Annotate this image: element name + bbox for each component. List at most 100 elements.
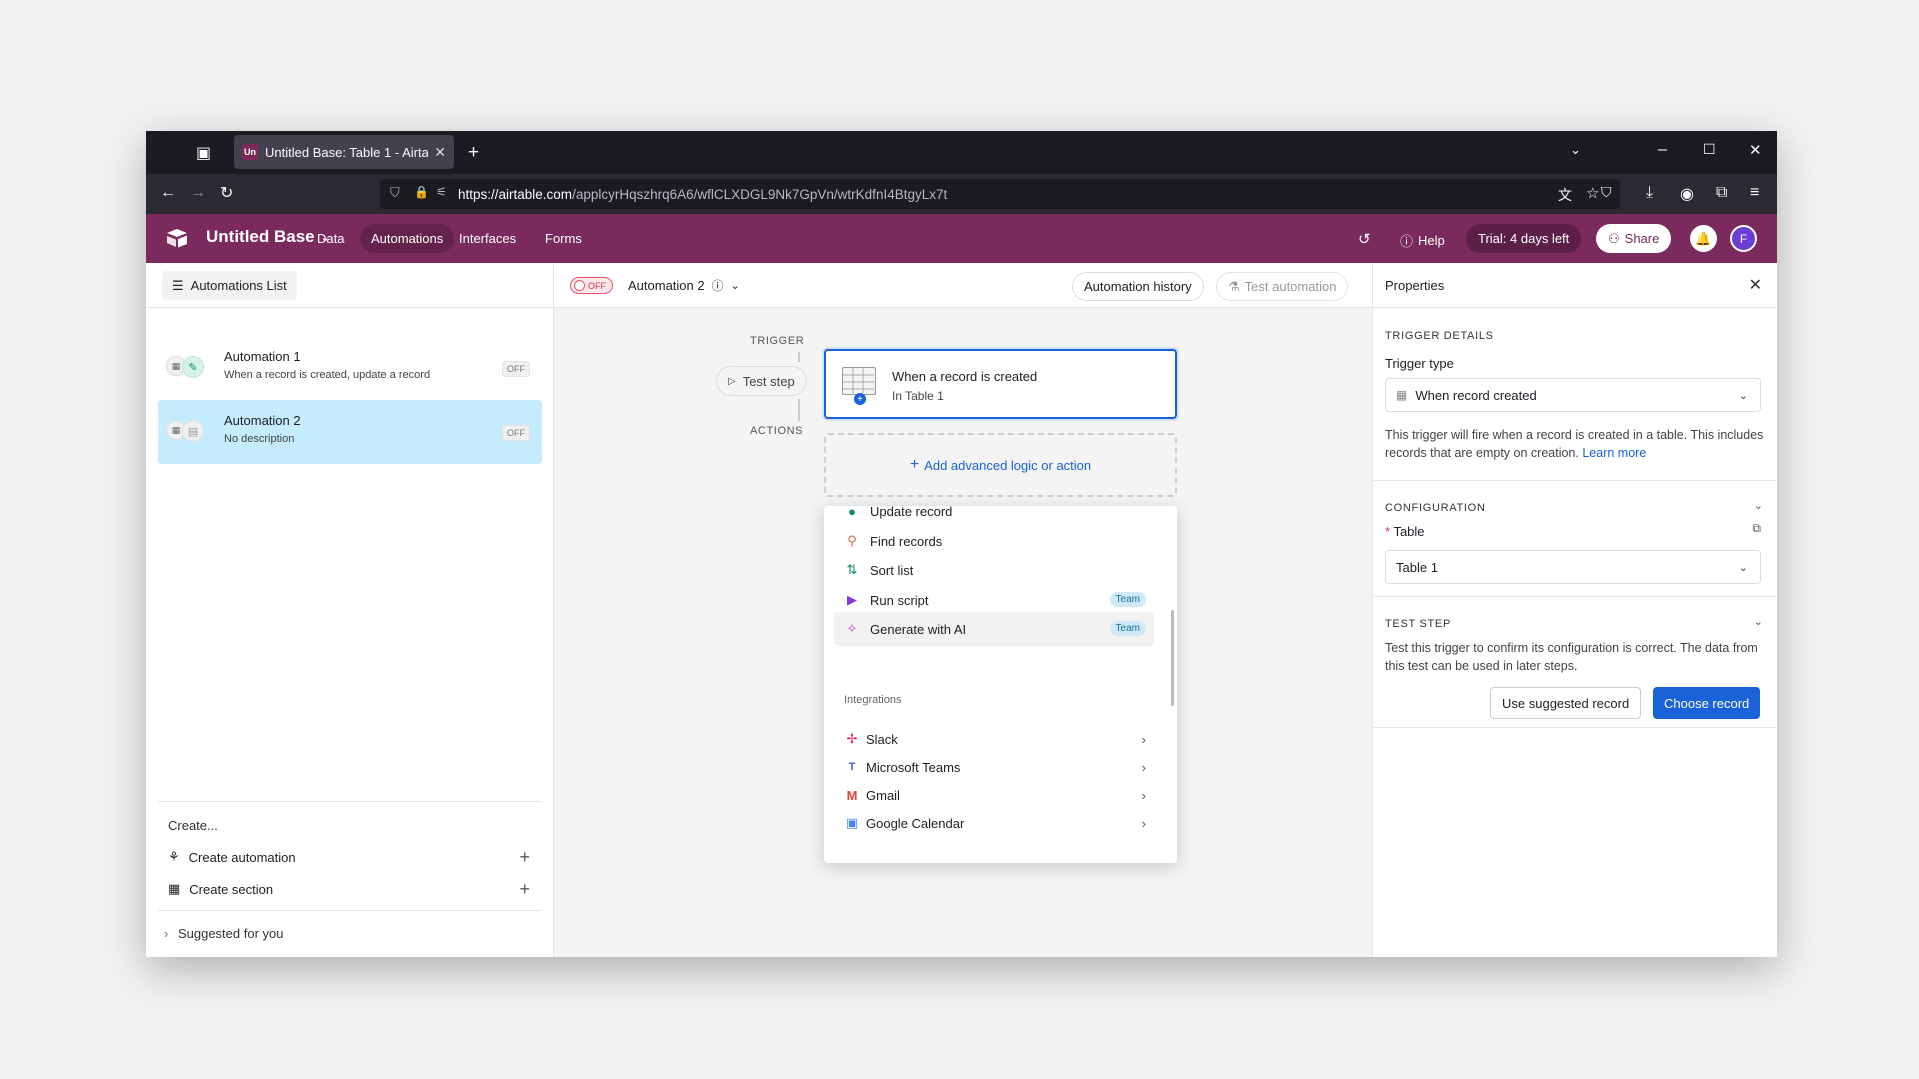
use-suggested-record-button[interactable]: Use suggested record xyxy=(1490,687,1642,719)
hamburger-icon: ☰ xyxy=(172,277,184,293)
create-automation-button[interactable]: ⚘ Create automation + xyxy=(158,841,542,873)
share-button[interactable]: ⚇ Share xyxy=(1596,224,1672,253)
table-label: Table xyxy=(1393,524,1425,539)
automation-toggle[interactable]: OFF xyxy=(570,277,613,294)
trial-badge[interactable]: Trial: 4 days left xyxy=(1466,224,1582,253)
plus-icon[interactable]: + xyxy=(519,879,530,900)
back-icon[interactable]: ← xyxy=(160,184,176,202)
minimize-icon[interactable]: – xyxy=(1658,141,1667,159)
shield-icon[interactable]: ⛉ xyxy=(390,185,400,201)
plus-icon[interactable]: + xyxy=(519,847,530,868)
automation-name: Automation 2 xyxy=(224,413,301,428)
create-section-button[interactable]: ▦ Create section + xyxy=(158,873,542,905)
avatar[interactable]: F xyxy=(1730,225,1757,252)
close-window-icon[interactable]: ✕ xyxy=(1749,141,1762,159)
test-step-button[interactable]: ▷ Test step xyxy=(716,366,807,396)
automation-item[interactable]: ▦ ✎ Automation 1 When a record is create… xyxy=(158,336,542,400)
automation-title-menu[interactable]: Automation 2 ⓘ ⌄ xyxy=(628,277,740,294)
chevron-right-icon: › xyxy=(1141,759,1146,775)
tab-overview-icon[interactable]: ▣ xyxy=(196,143,211,163)
menu-item-label: Generate with AI xyxy=(870,621,967,637)
bookmark-star-icon[interactable]: ☆ xyxy=(1586,184,1599,202)
new-tab-icon[interactable]: + xyxy=(468,142,479,164)
automation-canvas: OFF Automation 2 ⓘ ⌄ Automation history … xyxy=(554,263,1372,957)
canvas-toolbar: OFF Automation 2 ⓘ ⌄ Automation history … xyxy=(554,263,1372,308)
url-bar[interactable]: ⛉ 🔒 ⚟ https://airtable.com /applcyrHqszh… xyxy=(380,179,1620,209)
chevron-right-icon: › xyxy=(1141,787,1146,803)
browser-tab[interactable]: Un Untitled Base: Table 1 - Airtable ✕ xyxy=(234,135,454,169)
pocket-icon[interactable]: ⛉ xyxy=(1601,184,1612,201)
reload-icon[interactable]: ↻ xyxy=(220,183,233,203)
account-icon[interactable]: ◉ xyxy=(1680,184,1694,204)
forward-icon[interactable]: → xyxy=(190,184,206,202)
menu-item-label: Gmail xyxy=(866,787,900,803)
dynamic-field-icon[interactable]: ⧉ xyxy=(1752,521,1761,536)
nav-automations[interactable]: Automations xyxy=(360,224,455,253)
chevron-down-icon: ⌄ xyxy=(1738,561,1748,574)
automation-icons: ▦ ✎ xyxy=(166,356,204,378)
menu-item-google-calendar[interactable]: ▣ Google Calendar › xyxy=(834,806,1154,840)
create-section-label: Create section xyxy=(189,881,274,897)
suggested-for-you[interactable]: › Suggested for you xyxy=(158,910,542,941)
history-icon[interactable]: ↺ xyxy=(1358,230,1371,248)
create-automation-label: Create automation xyxy=(188,849,296,865)
toggle-label: OFF xyxy=(588,280,606,291)
menu-item-label: Google Calendar xyxy=(866,815,965,831)
menu-item-label: Slack xyxy=(866,731,898,747)
downloads-icon[interactable]: ⤓ xyxy=(1646,184,1653,202)
add-action-label: Add advanced logic or action xyxy=(924,457,1092,473)
tab-bar: ▣ Un Untitled Base: Table 1 - Airtable ✕… xyxy=(146,131,1777,174)
automation-item-selected[interactable]: ▦ ▤ Automation 2 No description OFF xyxy=(158,400,542,464)
chevron-down-icon[interactable]: ⌄ xyxy=(1754,615,1763,628)
chevron-right-icon: › xyxy=(1141,731,1146,747)
url-host: https://airtable.com xyxy=(458,186,573,202)
create-section: Create... ⚘ Create automation + ▦ Create… xyxy=(158,801,542,905)
properties-title: Properties xyxy=(1385,278,1445,293)
test-step-section: TEST STEP ⌄ Test this trigger to confirm… xyxy=(1373,597,1777,728)
nav-interfaces[interactable]: Interfaces xyxy=(448,224,527,253)
chevron-down-icon[interactable]: ⌄ xyxy=(1754,499,1763,512)
browser-window: ▣ Un Untitled Base: Table 1 - Airtable ✕… xyxy=(146,131,1777,957)
automation-icon: ⚘ xyxy=(168,849,180,864)
lock-icon[interactable]: 🔒 xyxy=(414,185,429,199)
play-outline-icon: ▷ xyxy=(728,375,736,387)
trigger-card[interactable]: + When a record is created In Table 1 xyxy=(824,349,1177,419)
menu-item-generate-with-ai[interactable]: ✧ Generate with AI Team xyxy=(834,612,1154,646)
help-button[interactable]: ⓘ Help xyxy=(1400,231,1445,250)
action-menu: ● Update record ⚲ Find records ⇅ Sort li… xyxy=(824,506,1177,863)
empty-action-icon: ▤ xyxy=(182,420,204,442)
toggle-knob xyxy=(574,280,585,291)
nav-forms[interactable]: Forms xyxy=(534,224,593,253)
chevron-down-icon: ⌄ xyxy=(1738,389,1748,402)
list-tabs-chevron-icon[interactable]: ⌄ xyxy=(1570,142,1581,158)
permissions-icon[interactable]: ⚟ xyxy=(436,185,447,199)
nav-data[interactable]: Data xyxy=(306,224,355,253)
automation-icons: ▦ ▤ xyxy=(166,420,204,442)
properties-panel: Properties ✕ TRIGGER DETAILS Trigger typ… xyxy=(1372,263,1777,957)
app-header: Untitled Base ⌄ Data Automations Interfa… xyxy=(146,214,1777,263)
trigger-title: When a record is created xyxy=(892,369,1038,384)
extensions-icon[interactable]: ⧉ xyxy=(1716,184,1727,202)
play-icon: ▶ xyxy=(847,592,857,607)
automations-list-button[interactable]: ☰ Automations List xyxy=(162,271,297,300)
close-icon[interactable]: ✕ xyxy=(1749,275,1762,295)
update-record-icon: ● xyxy=(848,506,856,519)
automation-history-button[interactable]: Automation history xyxy=(1072,272,1204,301)
trigger-type-select[interactable]: ▦ When record created ⌄ xyxy=(1385,378,1761,412)
choose-record-button[interactable]: Choose record xyxy=(1653,687,1761,719)
menu-scrollbar[interactable] xyxy=(1171,610,1174,706)
test-automation-button[interactable]: ⚗ Test automation xyxy=(1216,272,1349,301)
menu-icon[interactable]: ≡ xyxy=(1750,184,1759,202)
airtable-logo-icon[interactable] xyxy=(166,228,188,248)
table-select[interactable]: Table 1 ⌄ xyxy=(1385,550,1761,584)
create-heading: Create... xyxy=(168,818,218,833)
status-badge: OFF xyxy=(502,361,530,377)
integrations-heading: Integrations xyxy=(844,694,902,706)
learn-more-link[interactable]: Learn more xyxy=(1582,446,1646,460)
notifications-bell-icon[interactable]: 🔔 xyxy=(1690,225,1717,252)
maximize-icon[interactable]: ☐ xyxy=(1703,141,1716,158)
add-action-button[interactable]: + Add advanced logic or action xyxy=(824,433,1177,497)
translate-icon[interactable]: 文 xyxy=(1558,185,1572,205)
menu-item-sort-list[interactable]: ⇅ Sort list xyxy=(834,553,1154,587)
tab-close-icon[interactable]: ✕ xyxy=(434,144,446,161)
